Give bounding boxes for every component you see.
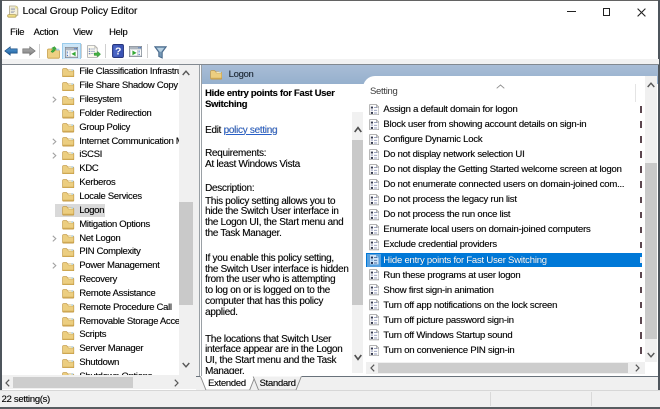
svg-text:?: ? [115, 46, 121, 58]
